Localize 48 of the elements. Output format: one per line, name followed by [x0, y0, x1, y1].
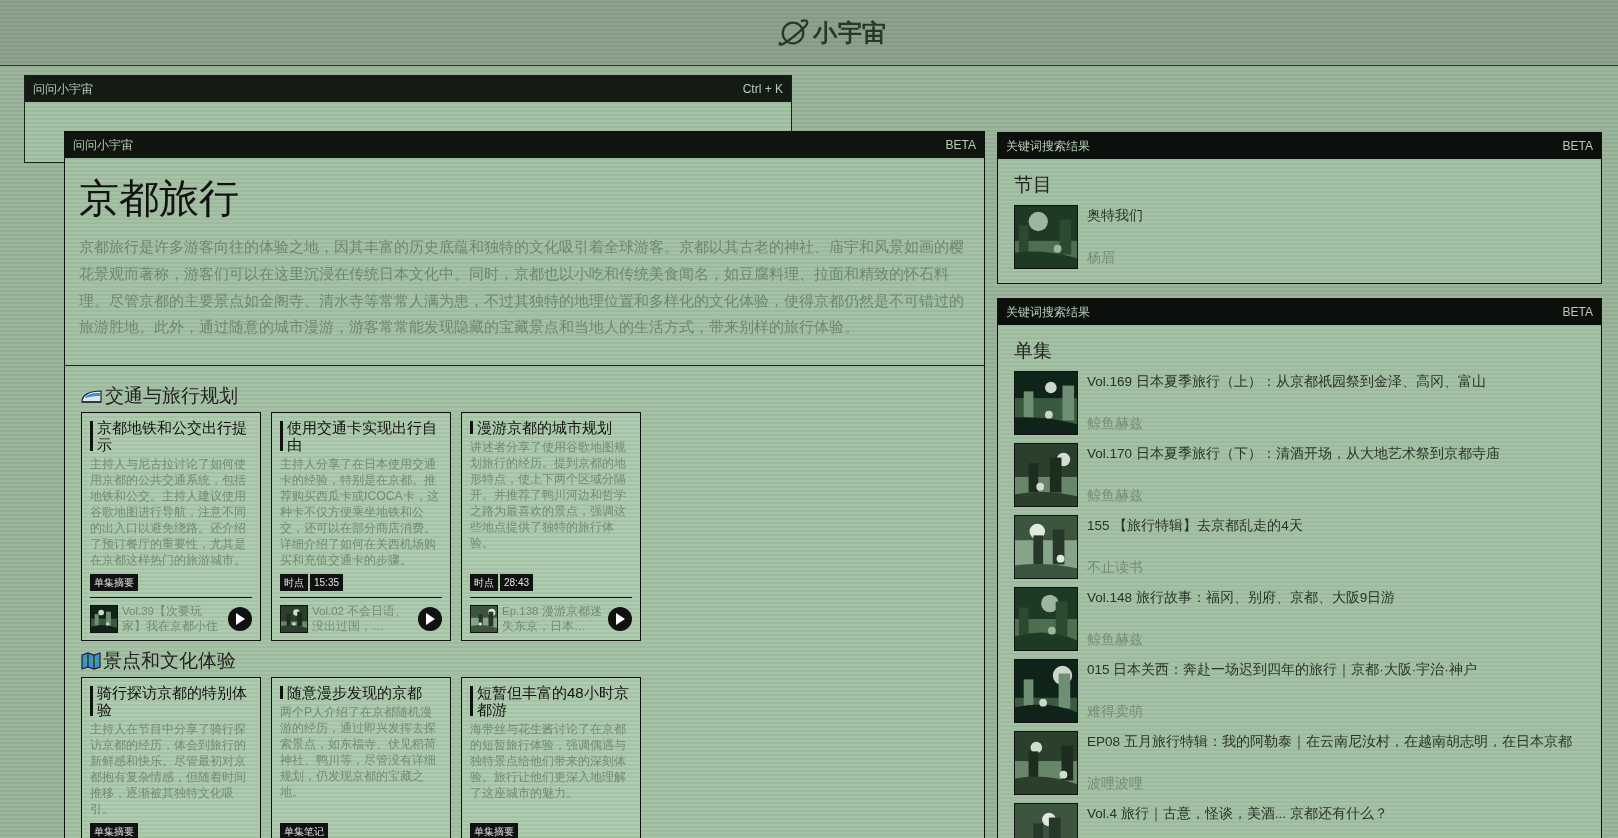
beta-label: BETA: [1562, 138, 1593, 155]
tag: 单集笔记: [280, 823, 328, 838]
result-title[interactable]: Vol.169 日本夏季旅行（上）：从京都祇园祭到金泽、高冈、富山: [1087, 372, 1486, 392]
beta-label: BETA: [945, 137, 976, 154]
logo-text: 小宇宙: [813, 17, 887, 48]
result-title[interactable]: EP08 五月旅行特辑：我的阿勒泰｜在云南尼汝村，在越南胡志明，在日本京都: [1087, 732, 1572, 752]
panel-title: 关键词搜索结果: [1006, 138, 1090, 155]
page-heading: 京都旅行: [79, 175, 240, 222]
card-title: 漫游京都的城市规划: [477, 419, 612, 437]
card-title: 京都地铁和公交出行提示: [97, 419, 248, 454]
tag: 时点: [470, 574, 498, 592]
play-button[interactable]: [418, 607, 442, 632]
result-title[interactable]: 奥特我们: [1087, 206, 1143, 226]
result-title[interactable]: 015 日本关西：奔赴一场迟到四年的旅行｜京都·大阪·宇治·神户: [1087, 660, 1477, 680]
panel-title: 关键词搜索结果: [1006, 304, 1090, 321]
section-heading: 景点和文化体验: [103, 649, 236, 674]
section-heading: 节目: [1014, 173, 1053, 197]
map-icon: [81, 652, 101, 671]
shortcut-hint: Ctrl + K: [742, 81, 783, 98]
train-icon: [81, 387, 103, 406]
result-title[interactable]: 155 【旅行特辑】去京都乱走的4天: [1087, 516, 1303, 536]
result-title[interactable]: Vol.170 日本夏季旅行（下）：清酒开场，从大地艺术祭到京都寺庙: [1087, 444, 1500, 464]
card-title: 使用交通卡实现出行自由: [287, 419, 438, 454]
section-heading: 交通与旅行规划: [105, 384, 238, 409]
tag: 28:43: [500, 574, 534, 592]
section-heading: 单集: [1014, 339, 1053, 363]
result-title[interactable]: Vol.148 旅行故事：福冈、别府、京都、大阪9日游: [1087, 588, 1396, 608]
result-title[interactable]: Vol.4 旅行｜古意，怪谈，美酒... 京都还有什么？: [1087, 804, 1388, 824]
play-icon: [425, 613, 435, 626]
tag: 15:35: [310, 574, 344, 592]
play-icon: [235, 613, 245, 626]
play-button[interactable]: [608, 607, 632, 632]
tag: 单集摘要: [90, 574, 138, 592]
episode-title: Vol.39【次要玩家】我在京都小住: [122, 604, 219, 635]
window-title: 问问小宇宙: [73, 137, 133, 154]
card-title: 短暂但丰富的48小时京都游: [477, 684, 630, 719]
tag: 单集摘要: [90, 823, 138, 838]
window-title: 问问小宇宙: [33, 81, 93, 98]
tag: 时点: [280, 574, 308, 592]
tag: 单集摘要: [470, 823, 518, 838]
episode-title: Ep.138 漫游京都迷失东京，日本…: [502, 604, 603, 635]
beta-label: BETA: [1562, 304, 1593, 321]
card-title: 随意漫步发现的京都: [287, 684, 422, 702]
play-icon: [615, 613, 625, 626]
episode-title: Vol.02 不会日语、没出过国，…: [312, 604, 409, 635]
play-button[interactable]: [228, 607, 252, 632]
planet-icon: [777, 16, 810, 49]
card-title: 骑行探访京都的特别体验: [97, 684, 248, 719]
